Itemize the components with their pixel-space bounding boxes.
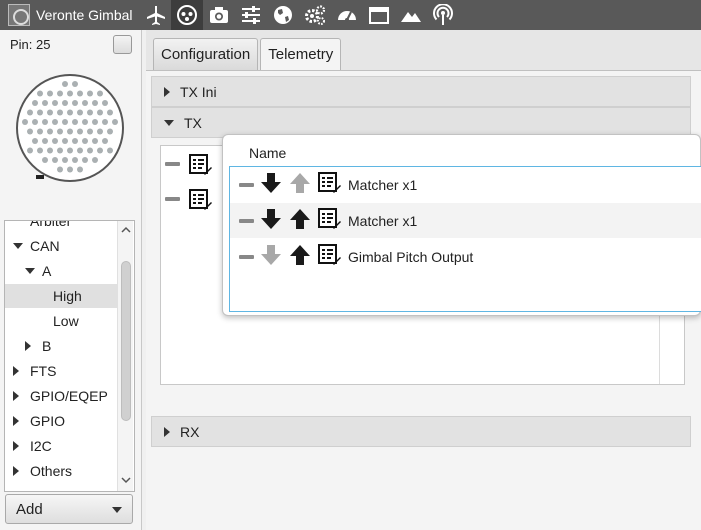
tab-telemetry[interactable]: Telemetry bbox=[260, 38, 342, 70]
key-marker-icon bbox=[36, 175, 44, 179]
tree-item[interactable]: GPIO/EQEP bbox=[5, 384, 117, 408]
expand-arrow-icon bbox=[164, 426, 170, 437]
tab-configuration[interactable]: Configuration bbox=[153, 38, 259, 70]
io-tree: Arbiter CAN A High Low B FTS GPIO/EQEP GPIO I2C Ot… bbox=[4, 220, 135, 492]
tree-item-label: GPIO bbox=[30, 413, 66, 429]
joystick-icon[interactable] bbox=[170, 0, 203, 30]
broadcast-icon[interactable] bbox=[427, 0, 459, 30]
tree-item[interactable]: Others bbox=[5, 459, 117, 483]
airplane-icon[interactable] bbox=[139, 0, 171, 30]
move-down-icon[interactable] bbox=[259, 207, 283, 234]
section-rx[interactable]: RX bbox=[151, 416, 691, 447]
section-rx-label: RX bbox=[180, 423, 200, 440]
expand-arrow-icon bbox=[164, 86, 170, 97]
row-name: Matcher x1 bbox=[348, 176, 418, 193]
globe-icon[interactable] bbox=[267, 0, 299, 30]
expand-arrow-icon[interactable] bbox=[13, 466, 19, 476]
telemetry-popup: Name Matcher x1 Matcher x1 Gimbal Pitch Ou… bbox=[222, 134, 701, 316]
expand-arrow-icon[interactable] bbox=[13, 416, 19, 426]
tree-item[interactable]: I2C bbox=[5, 434, 117, 458]
popup-list: Matcher x1 Matcher x1 Gimbal Pitch Output bbox=[229, 166, 701, 312]
move-up-icon[interactable] bbox=[288, 207, 312, 234]
pin-label: Pin: 25 bbox=[10, 37, 51, 52]
remove-icon[interactable] bbox=[165, 162, 180, 166]
add-button-label: Add bbox=[16, 500, 43, 518]
list-edit-icon[interactable] bbox=[317, 207, 342, 234]
move-down-icon[interactable] bbox=[259, 171, 283, 198]
left-panel: Pin: 25 Arbiter CAN A High Low B FTS GPIO/EQEP G… bbox=[0, 30, 142, 530]
expand-arrow-icon[interactable] bbox=[13, 391, 19, 401]
expand-arrow-icon[interactable] bbox=[13, 366, 19, 376]
tree-item[interactable]: CAN bbox=[5, 234, 117, 258]
name-column-header: Name bbox=[249, 145, 287, 161]
row-name: Matcher x1 bbox=[348, 212, 418, 229]
move-down-icon bbox=[259, 243, 283, 270]
section-tx-ini-label: TX Ini bbox=[180, 83, 217, 100]
tree-item[interactable]: B bbox=[5, 334, 117, 358]
section-tx-ini[interactable]: TX Ini bbox=[151, 76, 691, 107]
scroll-down-icon bbox=[121, 477, 131, 484]
connector-diagram[interactable] bbox=[8, 71, 132, 189]
tree-scrollbar[interactable] bbox=[117, 221, 133, 491]
remove-icon[interactable] bbox=[165, 197, 180, 201]
remove-icon[interactable] bbox=[239, 254, 254, 259]
move-up-icon bbox=[288, 171, 312, 198]
gears-icon[interactable] bbox=[299, 0, 331, 30]
mountain-icon[interactable] bbox=[395, 0, 427, 30]
scroll-up-icon bbox=[121, 226, 131, 233]
pin-checkbox[interactable] bbox=[113, 35, 132, 54]
tree-item-label: High bbox=[53, 288, 82, 304]
expand-arrow-icon[interactable] bbox=[25, 341, 31, 351]
tree-item-label: GPIO/EQEP bbox=[30, 388, 108, 404]
list-edit-icon[interactable] bbox=[317, 243, 342, 270]
tree-item[interactable]: Low bbox=[5, 309, 117, 333]
collapse-arrow-icon bbox=[164, 119, 174, 126]
add-button[interactable]: Add bbox=[5, 494, 133, 524]
tree-item-label: B bbox=[42, 338, 52, 354]
camera-icon[interactable] bbox=[203, 0, 235, 30]
collapse-arrow-icon[interactable] bbox=[25, 268, 35, 274]
tree-item-label: Low bbox=[53, 313, 79, 329]
tree-item[interactable]: FTS bbox=[5, 359, 117, 383]
popup-list-row[interactable]: Gimbal Pitch Output bbox=[230, 239, 701, 274]
app-logo-icon bbox=[8, 4, 30, 26]
scroll-thumb[interactable] bbox=[121, 261, 131, 421]
tree-item[interactable]: Arbiter bbox=[5, 220, 117, 233]
row-name: Gimbal Pitch Output bbox=[348, 248, 474, 265]
popup-list-row[interactable]: Matcher x1 bbox=[230, 203, 701, 238]
list-edit-icon[interactable] bbox=[317, 171, 342, 198]
list-edit-icon[interactable] bbox=[188, 153, 213, 177]
tree-item[interactable]: High bbox=[5, 284, 117, 308]
chevron-down-icon bbox=[112, 507, 122, 513]
top-toolbar: Veronte Gimbal bbox=[0, 0, 701, 30]
sliders-icon[interactable] bbox=[235, 0, 267, 30]
collapse-arrow-icon[interactable] bbox=[13, 243, 23, 249]
remove-icon[interactable] bbox=[239, 182, 254, 187]
tree-item-label: FTS bbox=[30, 363, 57, 379]
move-up-icon[interactable] bbox=[288, 243, 312, 270]
tree-item[interactable]: GPIO bbox=[5, 409, 117, 433]
tree-item-label: Arbiter bbox=[30, 220, 72, 229]
window-icon[interactable] bbox=[363, 0, 395, 30]
tree-item-label: CAN bbox=[30, 238, 60, 254]
list-edit-icon[interactable] bbox=[188, 188, 213, 212]
remove-icon[interactable] bbox=[239, 218, 254, 223]
expand-arrow-icon[interactable] bbox=[13, 441, 19, 451]
tree-item[interactable]: A bbox=[5, 259, 117, 283]
tree-item-label: Others bbox=[30, 463, 73, 479]
app-title: Veronte Gimbal bbox=[36, 7, 133, 23]
tree-item-label: I2C bbox=[30, 438, 52, 454]
popup-list-row[interactable]: Matcher x1 bbox=[230, 167, 701, 202]
section-tx-label: TX bbox=[184, 114, 202, 131]
tree-item-label: A bbox=[42, 263, 52, 279]
tab-bar: Configuration Telemetry bbox=[153, 38, 343, 70]
gauge-icon[interactable] bbox=[331, 0, 363, 30]
